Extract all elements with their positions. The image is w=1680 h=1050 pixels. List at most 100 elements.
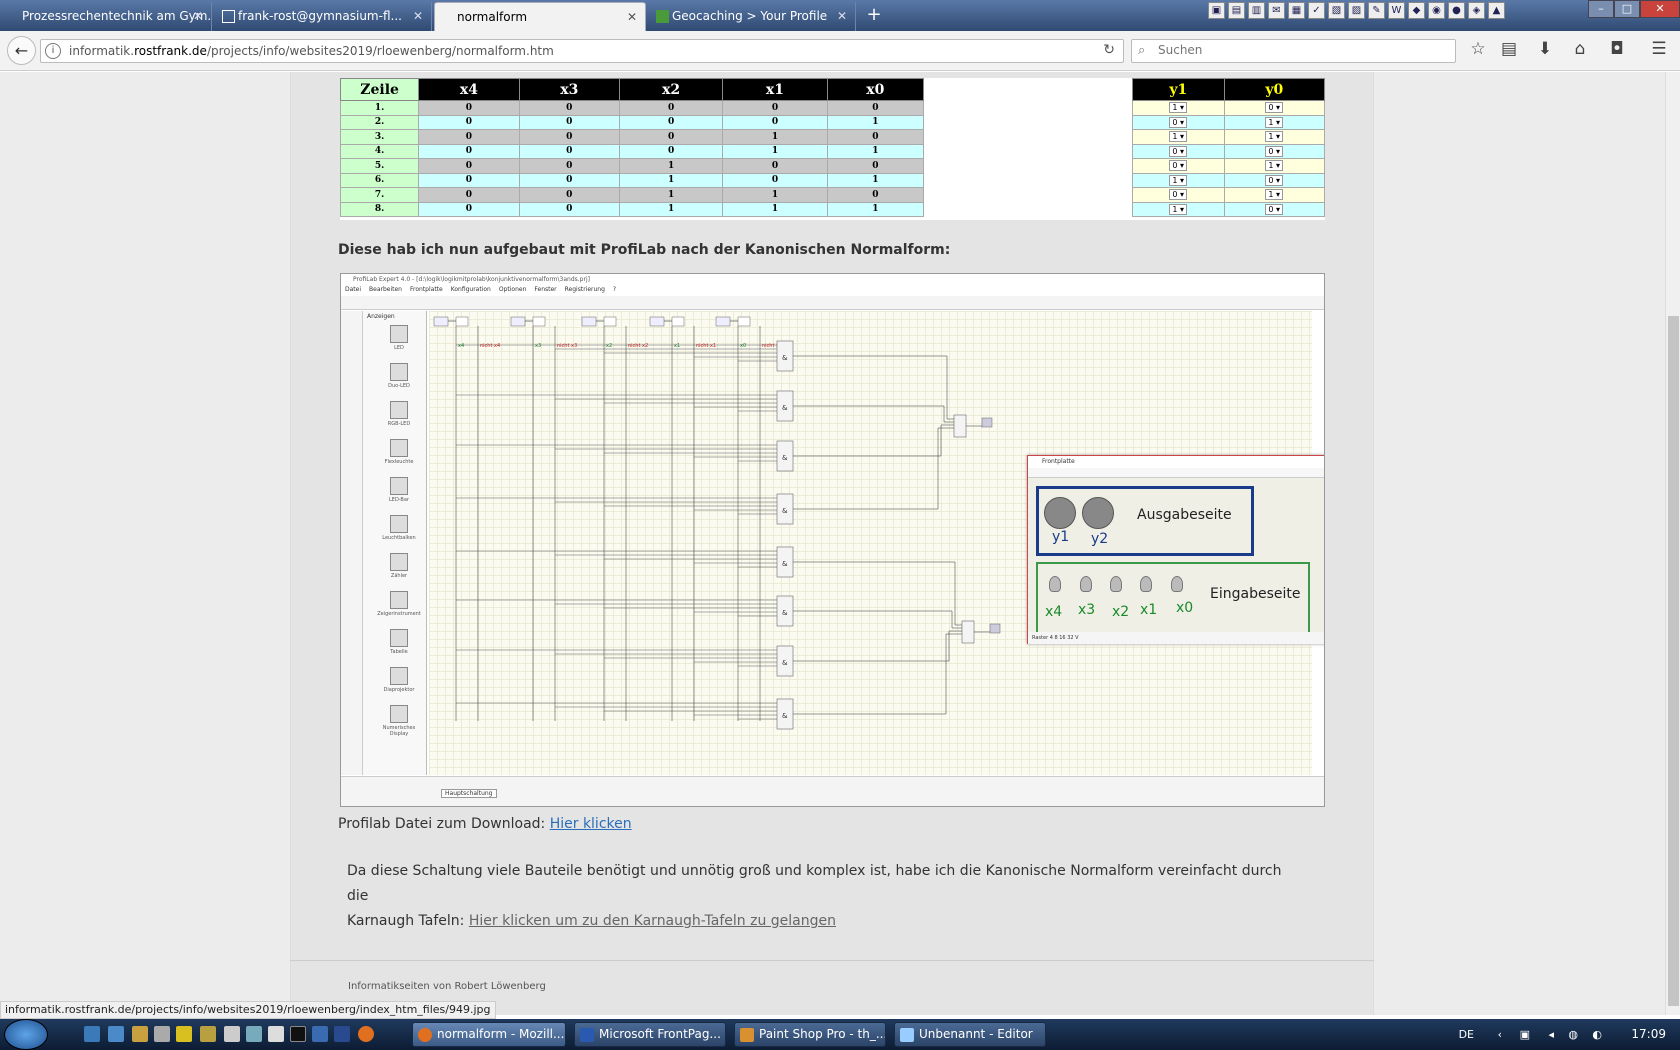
palette-item[interactable]: LED-Bar [373,475,425,513]
app-icon[interactable] [268,1026,284,1042]
app-icon[interactable]: ▦ [1288,2,1305,19]
start-button[interactable] [4,1019,48,1050]
mail-icon[interactable]: ✉ [1268,2,1285,19]
tray-app-icon[interactable]: ◐ [1592,1019,1602,1050]
palette-item[interactable]: Leuchtbalken [373,513,425,551]
tab-normalform[interactable]: normalform ✕ [434,2,646,31]
task-frontpage[interactable]: Microsoft FrontPag... [574,1022,726,1047]
output-select[interactable]: 0 ▾ [1265,203,1284,215]
firefox-icon[interactable] [358,1026,374,1042]
profilab-menu-item[interactable]: Datei [345,286,361,296]
cmd-icon[interactable] [290,1026,306,1042]
output-select[interactable]: 1 ▾ [1169,131,1188,143]
search-bar[interactable]: ⌕ [1131,39,1456,63]
output-select[interactable]: 1 ▾ [1169,174,1188,186]
palette-item[interactable]: Numerisches Display [373,703,425,741]
output-select[interactable]: 0 ▾ [1169,189,1188,201]
explorer-icon[interactable] [108,1026,124,1042]
palette-item[interactable]: Tabelle [373,627,425,665]
app-icon[interactable] [312,1026,328,1042]
language-indicator[interactable]: DE [1459,1019,1474,1050]
task-editor[interactable]: Unbenannt - Editor [894,1022,1046,1047]
close-icon[interactable]: ✕ [1640,0,1680,18]
output-select[interactable]: 1 ▾ [1265,160,1284,172]
output-select[interactable]: 0 ▾ [1169,160,1188,172]
task-firefox[interactable]: normalform - Mozill... [412,1022,566,1047]
pocket-icon[interactable]: ◘ [1606,39,1628,59]
volume-icon[interactable]: ◂ [1548,1019,1554,1050]
app-icon[interactable] [176,1026,192,1042]
app-icon[interactable]: ✓ [1308,2,1325,19]
tab-prozessrechentechnik[interactable]: Prozessrechentechnik am Gym... ✕ [0,2,212,31]
url-text[interactable]: informatik.rostfrank.de/projects/info/we… [69,44,554,58]
calculator-icon[interactable] [154,1026,170,1042]
profilab-menu-item[interactable]: Frontplatte [410,286,443,296]
home-icon[interactable]: ⌂ [1569,39,1591,59]
word-icon[interactable]: W [1388,2,1405,19]
search-input[interactable] [1158,43,1448,57]
scrollbar[interactable] [1665,72,1680,1015]
output-select[interactable]: 0 ▾ [1169,116,1188,128]
palette-item[interactable]: Diaprojektor [373,665,425,703]
output-select[interactable]: 0 ▾ [1265,102,1284,114]
switch-x1[interactable] [1140,576,1152,592]
ruler-icon[interactable] [224,1026,240,1042]
paint-icon[interactable] [132,1026,148,1042]
back-button[interactable]: ← [7,36,36,65]
scrollbar-thumb[interactable] [1668,316,1679,1006]
new-tab-button[interactable]: + [862,4,886,25]
karnaugh-link[interactable]: Hier klicken um zu den Karnaugh-Tafeln z… [469,913,836,929]
profilab-menu-item[interactable]: ? [613,286,616,296]
output-select[interactable]: 1 ▾ [1265,189,1284,201]
app-icon[interactable]: ◉ [1428,2,1445,19]
profilab-menu-item[interactable]: Konfiguration [451,286,491,296]
app-icon[interactable] [200,1026,216,1042]
desktop-icon[interactable] [84,1026,100,1042]
switch-x3[interactable] [1080,576,1092,592]
close-tab-icon[interactable]: ✕ [837,2,847,31]
tab-mail[interactable]: frank-rost@gymnasium-fl... ✕ [216,2,432,31]
download-link[interactable]: Hier klicken [550,816,632,832]
output-select[interactable]: 0 ▾ [1265,174,1284,186]
tab-geocaching[interactable]: Geocaching > Your Profile ✕ [650,2,856,31]
switch-x4[interactable] [1049,576,1061,592]
app-icon[interactable]: ✎ [1368,2,1385,19]
task-paintshop[interactable]: Paint Shop Pro - th_... [734,1022,886,1047]
close-tab-icon[interactable]: ✕ [193,2,203,31]
profilab-menu-item[interactable]: Registrierung [565,286,605,296]
profilab-menu-item[interactable]: Fenster [534,286,556,296]
reload-icon[interactable]: ↻ [1103,42,1115,58]
palette-item[interactable]: Duo-LED [373,361,425,399]
app-icon[interactable]: ◆ [1408,2,1425,19]
output-select[interactable]: 1 ▾ [1265,116,1284,128]
reading-list-icon[interactable]: ▤ [1498,39,1520,59]
output-select[interactable]: 1 ▾ [1169,102,1188,114]
output-select[interactable]: 0 ▾ [1265,145,1284,157]
app-icon[interactable]: ▲ [1488,2,1505,19]
app-icon[interactable]: ▨ [1348,2,1365,19]
app-icon[interactable]: ▥ [1248,2,1265,19]
profilab-menu-item[interactable]: Bearbeiten [369,286,402,296]
switch-x2[interactable] [1110,576,1122,592]
close-tab-icon[interactable]: ✕ [627,3,637,31]
maximize-icon[interactable]: □ [1614,0,1640,18]
output-select[interactable]: 1 ▾ [1265,131,1284,143]
chevron-left-icon[interactable]: ‹ [1498,1019,1502,1050]
palette-item[interactable]: LED [373,323,425,361]
tray-app-icon[interactable]: ◍ [1568,1019,1578,1050]
network-icon[interactable]: ▣ [1520,1019,1530,1050]
minimize-icon[interactable]: – [1588,0,1614,18]
output-select[interactable]: 0 ▾ [1169,145,1188,157]
bookmark-star-icon[interactable]: ☆ [1467,39,1489,59]
switch-x0[interactable] [1171,576,1183,592]
app-icon[interactable]: ▤ [1228,2,1245,19]
url-bar[interactable]: i informatik.rostfrank.de/projects/info/… [40,39,1124,63]
app-icon[interactable] [246,1026,262,1042]
close-tab-icon[interactable]: ✕ [413,2,423,31]
profilab-menu-item[interactable]: Optionen [499,286,527,296]
app-icon[interactable]: ◈ [1468,2,1485,19]
app-icon[interactable]: ▧ [1328,2,1345,19]
info-icon[interactable]: i [45,43,61,59]
menu-icon[interactable]: ☰ [1648,39,1670,59]
palette-item[interactable]: RGB-LED [373,399,425,437]
